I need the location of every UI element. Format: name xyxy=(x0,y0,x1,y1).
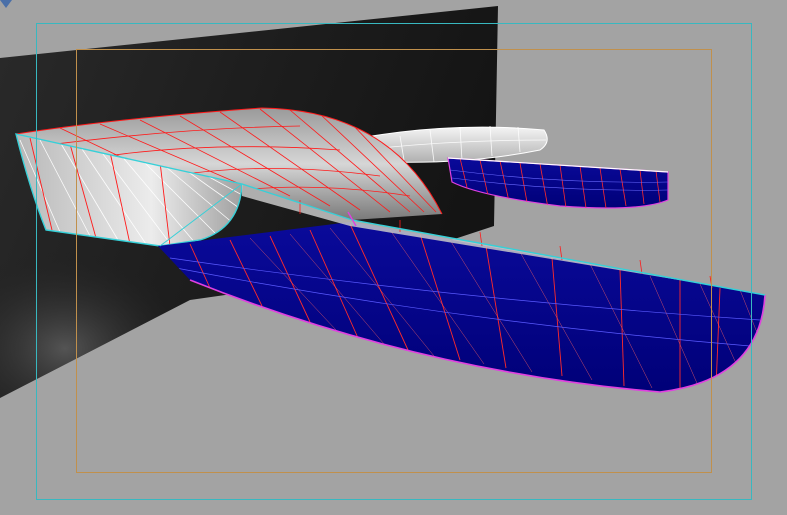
scene-render xyxy=(0,6,766,398)
3d-viewport[interactable] xyxy=(0,0,787,515)
main-hull-lower-surface xyxy=(158,222,766,393)
